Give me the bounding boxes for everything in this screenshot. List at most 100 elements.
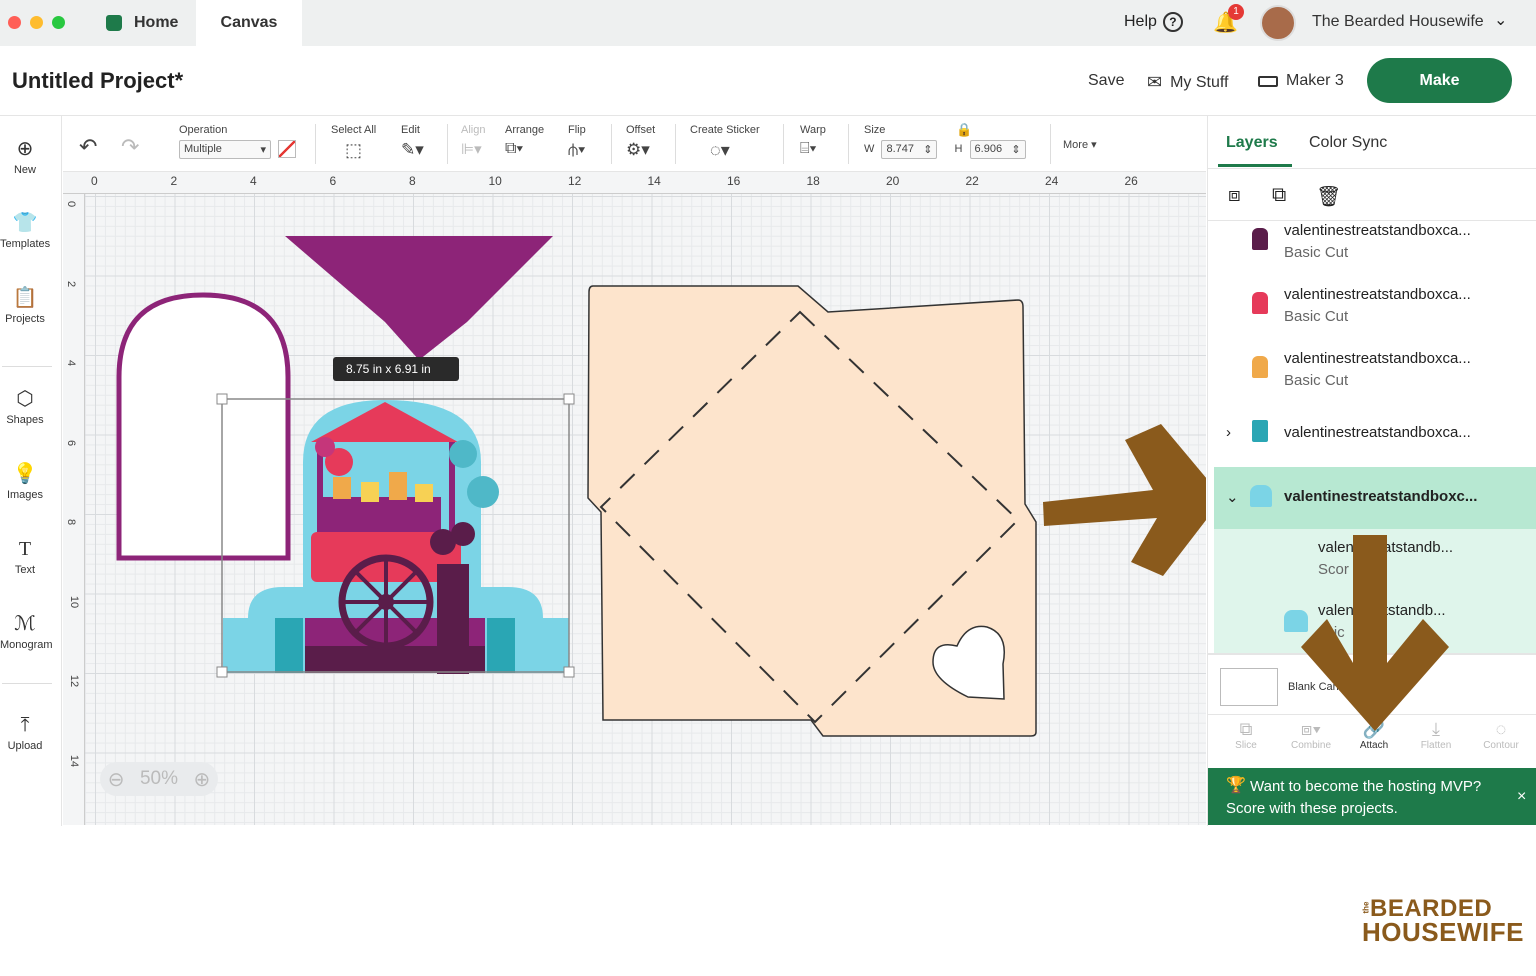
envelope-icon: ✉ xyxy=(1147,72,1163,92)
left-sidebar: ⊕ New 👕 Templates 📋 Projects ⬡ Shapes 💡 Image… xyxy=(0,116,62,826)
slice-button[interactable]: ⧉ Slice xyxy=(1216,719,1276,751)
edit-button[interactable]: Edit ✎▾ xyxy=(401,124,424,160)
promo-banner[interactable]: 🏆 Want to become the hosting MVP? Score … xyxy=(1208,768,1536,825)
warp-label: Warp xyxy=(800,124,826,136)
promo-line1: Want to become the hosting MVP? xyxy=(1250,778,1482,795)
divider xyxy=(1208,168,1536,169)
zoom-out-icon[interactable]: ⊖ xyxy=(108,767,125,792)
home-icon xyxy=(106,15,122,31)
close-icon[interactable]: × xyxy=(1517,788,1526,806)
sidebar-label: New xyxy=(13,164,36,176)
toolbar-separator xyxy=(1050,124,1051,164)
sidebar-item-monogram[interactable]: ℳ Monogram xyxy=(0,613,53,651)
arrange-icon: ⧉▾ xyxy=(505,140,524,157)
sidebar-label: Images xyxy=(6,489,44,501)
sidebar-label: Templates xyxy=(0,238,51,250)
pencil-icon: ✎▾ xyxy=(401,140,424,159)
flip-button[interactable]: Flip ⫛▾ xyxy=(568,124,586,160)
select-all-button[interactable]: Select All ⬚ xyxy=(331,124,376,161)
operation-group: Operation Multiple ▾ xyxy=(179,124,297,159)
sidebar-item-new[interactable]: ⊕ New xyxy=(0,138,50,176)
arrow-down-annotation xyxy=(1301,535,1449,731)
layer-thumbnail-icon xyxy=(1252,356,1268,378)
width-field[interactable]: 8.747 ⇕ xyxy=(881,140,938,159)
contour-button[interactable]: ◌ Contour xyxy=(1471,719,1531,751)
warp-button[interactable]: Warp ⌸▾ xyxy=(800,124,826,158)
help-button[interactable]: Help ? xyxy=(1124,12,1183,32)
group-icon[interactable]: ⧈ xyxy=(1228,184,1241,207)
layer-thumbnail-icon xyxy=(1252,292,1268,314)
maximize-window-button[interactable] xyxy=(52,16,65,29)
sidebar-label: Monogram xyxy=(0,639,53,651)
duplicate-icon[interactable]: ⧉ xyxy=(1272,184,1286,207)
height-field[interactable]: 6.906 ⇕ xyxy=(969,140,1026,159)
blank-canvas-swatch[interactable] xyxy=(1220,668,1278,706)
toolbar-separator xyxy=(848,124,849,164)
layer-name: valentinestreatstandboxca... xyxy=(1284,350,1471,367)
avatar[interactable] xyxy=(1260,5,1296,41)
toolbar-separator xyxy=(447,124,448,164)
save-button[interactable]: Save xyxy=(1088,72,1124,90)
sidebar-label: Shapes xyxy=(6,414,44,426)
offset-button[interactable]: Offset ⚙▾ xyxy=(626,124,655,160)
my-stuff-button[interactable]: ✉ My Stuff xyxy=(1147,72,1228,93)
sidebar-item-text[interactable]: T Text xyxy=(0,538,50,576)
layer-name: valentinestreatstandboxca... xyxy=(1284,222,1471,239)
machine-icon xyxy=(1258,75,1278,87)
notification-badge: 1 xyxy=(1228,4,1244,20)
height-value: 6.906 xyxy=(974,143,1003,155)
lightbulb-icon: 💡 xyxy=(12,463,38,485)
zoom-in-icon[interactable]: ⊕ xyxy=(193,767,210,792)
layer-name: valentinestreatstandboxc... xyxy=(1284,488,1478,505)
size-label: Size xyxy=(864,124,886,136)
lock-icon[interactable]: 🔒 xyxy=(956,122,972,138)
redo-icon[interactable]: ↷ xyxy=(121,134,139,160)
sidebar-item-templates[interactable]: 👕 Templates xyxy=(0,212,50,250)
create-sticker-button[interactable]: Create Sticker ◌▾ xyxy=(690,124,760,161)
offset-icon: ⚙▾ xyxy=(626,140,650,159)
sidebar-item-upload[interactable]: ⤒ Upload xyxy=(0,714,50,752)
arrange-button[interactable]: Arrange ⧉▾ xyxy=(505,124,544,158)
arrange-label: Arrange xyxy=(505,124,545,136)
tab-layers[interactable]: Layers xyxy=(1226,134,1278,152)
chevron-down-icon[interactable]: ⌄ xyxy=(1494,10,1507,30)
save-label: Save xyxy=(1088,72,1125,89)
size-group: Size W 8.747 ⇕ 🔒 H 6.906 ⇕ xyxy=(864,122,1026,159)
undo-icon[interactable]: ↶ xyxy=(79,134,97,160)
operation-select[interactable]: Multiple ▾ xyxy=(179,140,271,159)
attach-label: Attach xyxy=(1359,740,1389,751)
sidebar-item-shapes[interactable]: ⬡ Shapes xyxy=(0,388,50,426)
project-header: Untitled Project* Save ✉ My Stuff Maker … xyxy=(0,46,1536,116)
tab-home[interactable]: Home xyxy=(100,0,196,46)
close-window-button[interactable] xyxy=(8,16,21,29)
sidebar-label: Text xyxy=(14,564,36,576)
select-all-label: Select All xyxy=(331,124,377,136)
promo-line2: Score with these projects. xyxy=(1226,800,1398,817)
tab-canvas[interactable]: Canvas xyxy=(196,0,302,46)
toolbar-separator xyxy=(315,124,316,164)
machine-button[interactable]: Maker 3 xyxy=(1258,72,1344,90)
sidebar-item-images[interactable]: 💡 Images xyxy=(0,463,50,501)
contour-icon: ◌ xyxy=(1495,719,1507,739)
chevron-down-icon[interactable]: ⌄ xyxy=(1226,488,1239,506)
page-title[interactable]: Untitled Project* xyxy=(12,68,183,94)
tab-color-sync[interactable]: Color Sync xyxy=(1309,134,1387,152)
flatten-label: Flatten xyxy=(1420,740,1452,751)
user-name[interactable]: The Bearded Housewife xyxy=(1312,13,1484,31)
contour-label: Contour xyxy=(1483,740,1519,751)
create-sticker-label: Create Sticker xyxy=(690,124,760,136)
make-button[interactable]: Make xyxy=(1367,58,1512,103)
trash-icon[interactable]: 🗑 xyxy=(1316,184,1341,209)
chevron-right-icon[interactable]: › xyxy=(1226,424,1231,441)
align-button[interactable]: Align ⊫▾ xyxy=(461,124,485,158)
sidebar-label: Upload xyxy=(7,740,43,752)
minimize-window-button[interactable] xyxy=(30,16,43,29)
more-button[interactable]: More ▾ xyxy=(1063,138,1097,151)
toolbar-separator xyxy=(783,124,784,164)
text-icon: T xyxy=(18,538,32,560)
warp-icon: ⌸▾ xyxy=(800,140,817,157)
flip-icon: ⫛▾ xyxy=(568,140,586,159)
selection-handle xyxy=(563,666,575,678)
pen-color-icon[interactable] xyxy=(278,140,297,159)
sidebar-item-projects[interactable]: 📋 Projects xyxy=(0,287,50,325)
